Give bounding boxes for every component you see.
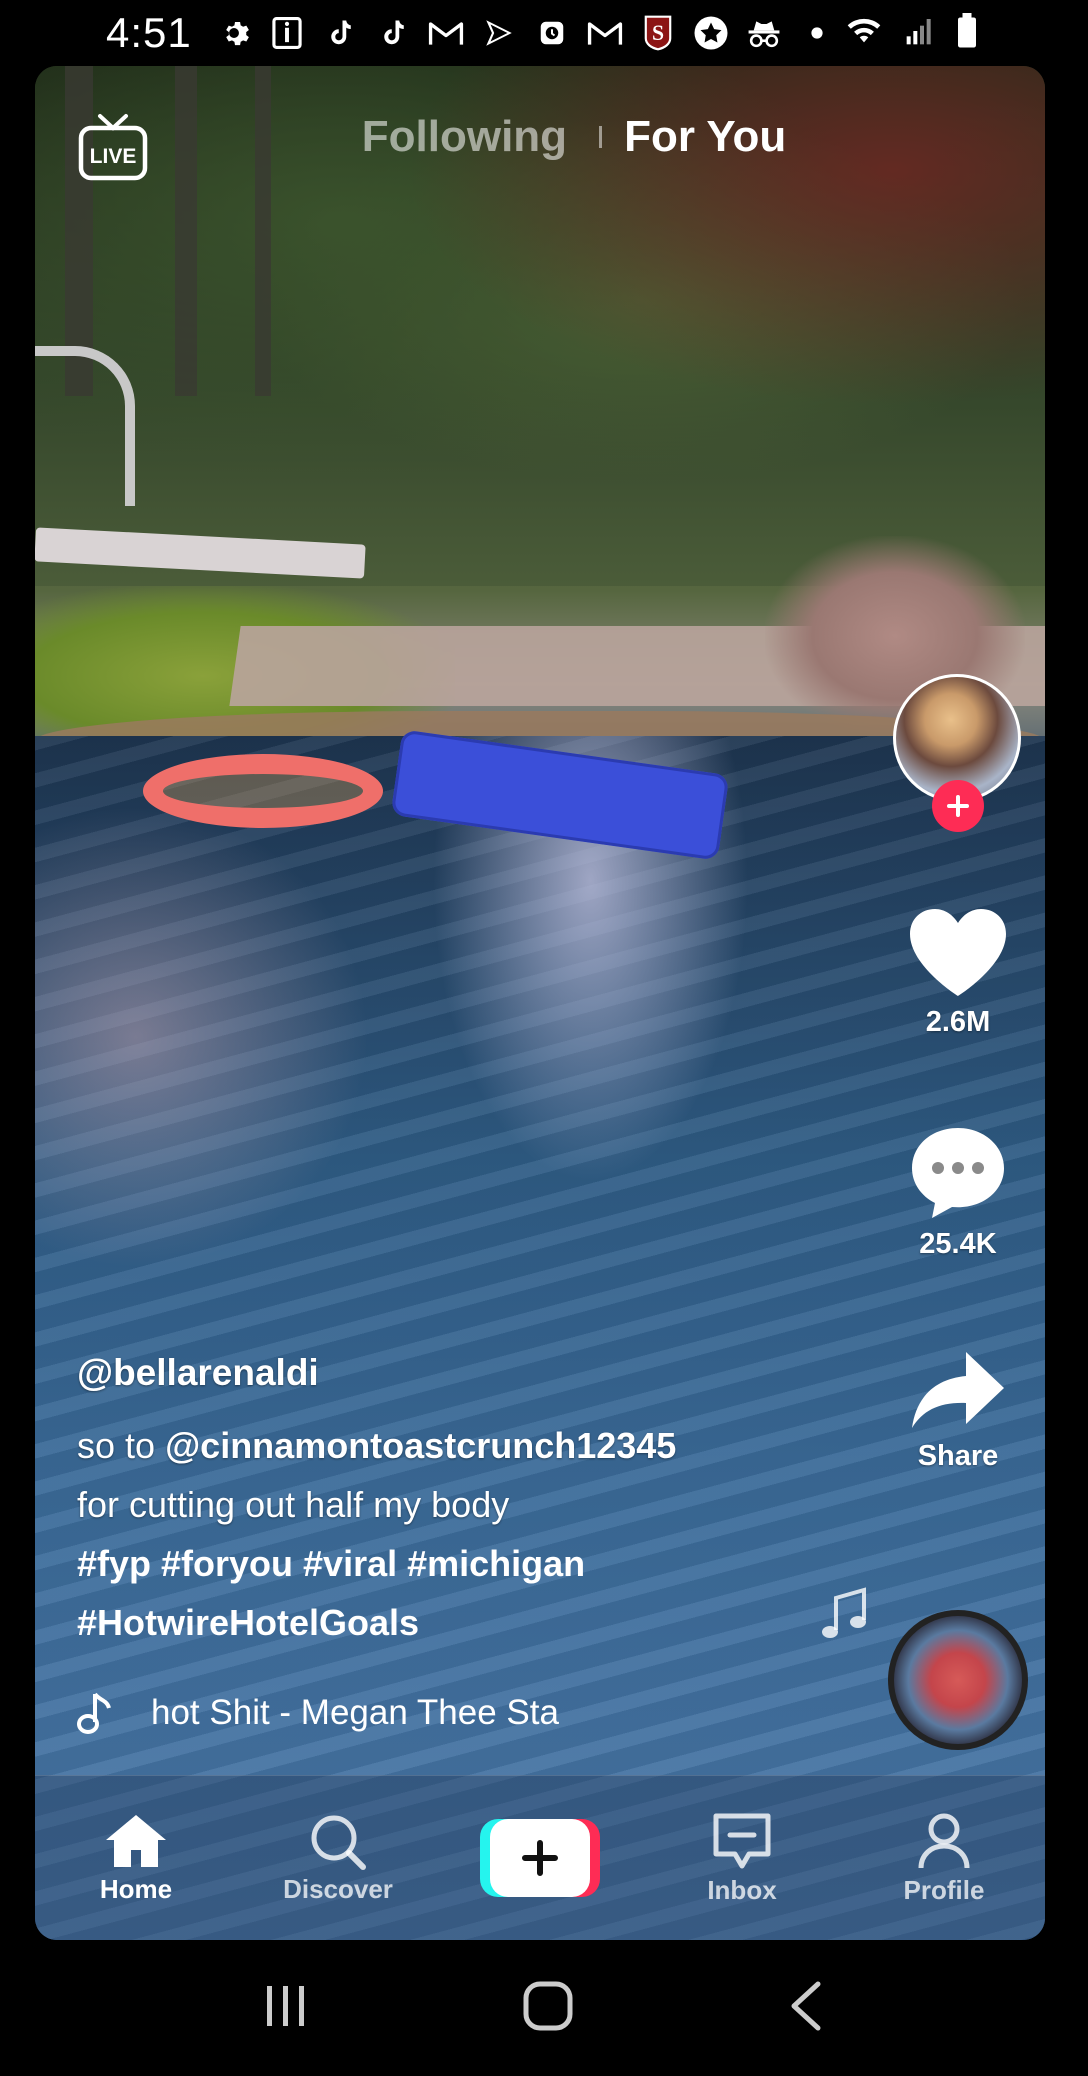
- hashtags: #fyp #foryou #viral #michigan #HotwireHo…: [77, 1534, 797, 1652]
- nav-discover[interactable]: Discover: [258, 1812, 418, 1905]
- android-home-button[interactable]: [522, 1980, 574, 2037]
- android-nav-bar: [0, 1940, 1088, 2076]
- video-scene-rail: [35, 346, 135, 506]
- heart-icon: [910, 909, 1006, 996]
- author-username[interactable]: @bellarenaldi: [77, 1352, 797, 1394]
- caption-mention[interactable]: @cinnamontoastcrunch12345: [165, 1425, 676, 1466]
- status-bar: 4:51 S: [0, 0, 1088, 66]
- nav-inbox[interactable]: Inbox: [662, 1811, 822, 1906]
- star-icon: [693, 15, 729, 51]
- plus-icon: [947, 795, 969, 817]
- tiktok-icon: [322, 15, 358, 51]
- like-button[interactable]: 2.6M: [893, 906, 1023, 1039]
- share-arrow-icon: [912, 1352, 1004, 1428]
- home-icon: [106, 1814, 166, 1867]
- nav-create[interactable]: [460, 1819, 620, 1897]
- status-time: 4:51: [106, 9, 192, 56]
- tiktok-icon: [375, 15, 411, 51]
- svg-text:S: S: [652, 21, 664, 45]
- status-icons: S: [216, 15, 835, 51]
- recents-button[interactable]: [262, 1982, 310, 2035]
- nav-profile-label: Profile: [903, 1874, 985, 1905]
- inbox-icon: [713, 1813, 771, 1868]
- share-label: Share: [917, 1440, 999, 1472]
- caption-rest: for cutting out half my body: [77, 1484, 510, 1525]
- sound-title: hot Shit - Megan Thee Sta: [151, 1693, 559, 1732]
- status-right: [844, 0, 978, 66]
- recents-icon: [267, 1985, 304, 2026]
- share-button[interactable]: Share: [893, 1348, 1023, 1473]
- alarm-icon: [534, 15, 570, 51]
- gmail-icon: [587, 15, 623, 51]
- id-icon: [269, 15, 305, 51]
- tab-for-you[interactable]: For You: [624, 112, 786, 162]
- plus-icon: [522, 1840, 558, 1876]
- wifi-icon: [844, 14, 884, 53]
- dot-icon: [799, 15, 835, 51]
- nav-discover-label: Discover: [283, 1873, 393, 1904]
- plane-icon: [481, 15, 517, 51]
- tab-following[interactable]: Following: [362, 112, 567, 162]
- stanford-icon: S: [640, 15, 676, 51]
- music-notes-icon: [822, 1587, 866, 1638]
- nav-home[interactable]: Home: [56, 1812, 216, 1905]
- comment-icon: [912, 1128, 1004, 1218]
- incognito-icon: [746, 15, 782, 51]
- nav-profile[interactable]: Profile: [864, 1811, 1024, 1906]
- video-caption: @bellarenaldi so to @cinnamontoastcrunch…: [77, 1352, 797, 1652]
- back-icon: [791, 1981, 821, 2030]
- tab-separator: [599, 126, 603, 148]
- battery-icon: [956, 12, 978, 54]
- sound-disc[interactable]: [888, 1610, 1028, 1750]
- create-button[interactable]: [480, 1819, 600, 1897]
- like-count: 2.6M: [925, 1006, 991, 1038]
- video-scene-float-ring: [143, 754, 383, 828]
- back-button[interactable]: [786, 1980, 826, 2037]
- hashtags-line-2[interactable]: #HotwireHotelGoals: [77, 1602, 419, 1643]
- signal-icon: [904, 15, 936, 52]
- comment-count: 25.4K: [919, 1228, 997, 1260]
- hashtags-line-1[interactable]: #fyp #foryou #viral #michigan: [77, 1543, 585, 1584]
- gear-icon: [216, 15, 252, 51]
- android-home-icon: [523, 1981, 573, 2030]
- caption-text: so to @cinnamontoastcrunch12345 for cutt…: [77, 1416, 797, 1534]
- profile-icon: [918, 1813, 970, 1868]
- music-note-icon: [77, 1692, 111, 1734]
- follow-button[interactable]: [932, 780, 984, 832]
- caption-prefix: so to: [77, 1425, 166, 1466]
- feed-tabs: Following For You: [0, 112, 1088, 162]
- nav-home-label: Home: [99, 1873, 173, 1904]
- bottom-nav: Home Discover Inbox Profile: [35, 1775, 1045, 1940]
- sound-row[interactable]: hot Shit - Megan Thee Sta: [77, 1690, 597, 1736]
- comment-button[interactable]: 25.4K: [893, 1124, 1023, 1261]
- nav-inbox-label: Inbox: [707, 1874, 777, 1905]
- search-icon: [311, 1815, 366, 1870]
- gmail-icon: [428, 15, 464, 51]
